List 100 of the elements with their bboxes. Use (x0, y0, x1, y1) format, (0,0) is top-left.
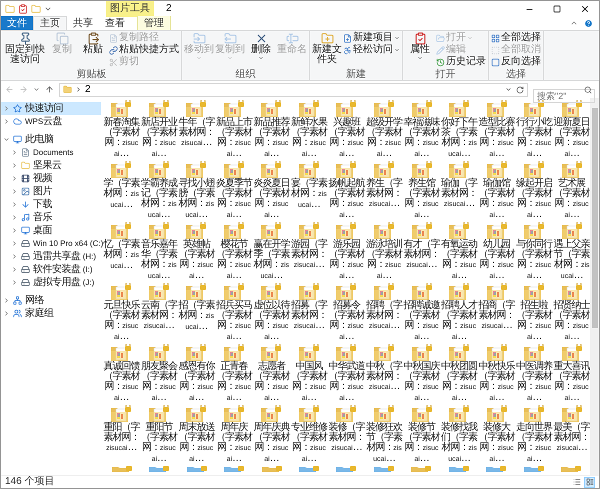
nav-item[interactable]: 图片 (1, 185, 101, 198)
nav-item[interactable]: 快速访问 (1, 102, 101, 115)
ribbon-tab[interactable]: 查看 (99, 16, 131, 30)
folder-icon (260, 222, 282, 240)
nav-item[interactable]: 虚拟专用盘 (J:) (1, 276, 101, 289)
ribbon-button[interactable]: 删除 (246, 32, 276, 70)
folder-top-icon (298, 466, 320, 472)
folder-top-icon (410, 466, 432, 472)
nav-item[interactable]: Win 10 Pro x64 (C:) (1, 237, 101, 250)
ribbon-button[interactable]: 轻松访问 (343, 44, 400, 56)
group-label: 新建 (345, 70, 367, 80)
nav-item[interactable]: 坚果云 (1, 159, 101, 172)
folder-icon (222, 222, 245, 240)
folder-icon (148, 283, 170, 301)
nav-item[interactable]: 网络 (1, 294, 101, 307)
ribbon-button[interactable]: 反向选择 (491, 56, 541, 68)
ribbon-button[interactable]: 新建项目 (343, 32, 400, 44)
folder-icon (148, 100, 170, 118)
folder-icon (410, 161, 433, 179)
folder-top-icon (448, 466, 470, 472)
ribbon-button[interactable]: 历史记录 (436, 56, 486, 68)
group-label: 打开 (434, 70, 456, 80)
folder-top-icon (186, 466, 208, 472)
nav-item[interactable]: 家庭组 (1, 307, 101, 320)
folder-plus-icon (320, 32, 334, 45)
ribbon-button[interactable]: 属性 (405, 32, 435, 70)
accessibility-icon (343, 46, 352, 54)
folder-icon (335, 344, 358, 362)
folder-icon (448, 161, 470, 179)
folder-icon (486, 100, 508, 118)
nav-label: 快速访问 (25, 103, 63, 114)
folder-icon (298, 283, 320, 301)
folder-icon (560, 344, 583, 362)
nav-label: 音乐 (33, 212, 52, 223)
document-icon (109, 34, 118, 42)
folder-top-icon (260, 466, 283, 472)
grid-icon (491, 34, 500, 42)
folder-icon (222, 344, 245, 362)
folder-icon (373, 161, 396, 179)
view-button[interactable] (584, 476, 595, 488)
nav-label: 图片 (33, 186, 52, 197)
scrollbar[interactable] (590, 98, 599, 475)
group-label: 组织 (234, 70, 256, 80)
folder-icon (298, 161, 320, 179)
address-field[interactable]: 2 (59, 82, 528, 96)
folder-icon (110, 344, 132, 362)
ribbon-tab[interactable]: 管理 (137, 16, 171, 30)
ribbon-button[interactable]: 粘贴快捷方式 (109, 44, 179, 56)
ribbon-button[interactable]: 全部选择 (491, 32, 541, 44)
pencil-icon (436, 46, 445, 54)
up-icon[interactable] (45, 85, 54, 94)
nav-item[interactable]: 迅雷共享盘 (H:) (1, 250, 101, 263)
caret-icon[interactable] (33, 86, 40, 93)
collapse-icon[interactable] (570, 19, 578, 27)
x-icon (254, 32, 268, 45)
folder-icon (222, 161, 245, 179)
folder-icon (110, 100, 132, 118)
folder-icon (560, 405, 583, 423)
star-icon (13, 104, 22, 113)
folder-icon (185, 344, 208, 362)
nav-item[interactable]: Documents (1, 146, 101, 159)
help-icon[interactable] (584, 18, 593, 28)
folder-icon (298, 405, 320, 423)
properties-icon[interactable] (18, 4, 28, 14)
ribbon-button[interactable]: 粘贴 (78, 32, 108, 70)
folder-icon (335, 222, 358, 240)
folder-top-icon (485, 466, 508, 472)
folder-icon (410, 344, 433, 362)
nav-item[interactable]: 软件安装盘 (I:) (1, 263, 101, 276)
caret-icon[interactable] (44, 5, 52, 13)
ribbon-button[interactable]: 固定到快速访问 (4, 32, 46, 70)
nav-item[interactable]: WPS云盘 (1, 115, 101, 128)
drive-icon (21, 265, 30, 274)
ribbon-button[interactable]: 新建文件夹 (312, 32, 342, 70)
ribbon-tab[interactable]: 主页 (33, 16, 67, 30)
caret-icon[interactable] (505, 86, 512, 93)
nav-label: 网络 (25, 295, 44, 306)
nav-item[interactable]: 视频 (1, 172, 101, 185)
nav-item[interactable]: 音乐 (1, 211, 101, 224)
nav-item[interactable]: 桌面 (1, 224, 101, 237)
folder-icon (298, 222, 320, 240)
folder-icon (110, 283, 132, 301)
search-field[interactable]: 搜索"2" (533, 88, 595, 102)
caret-icon (417, 55, 423, 61)
folder-icon (523, 405, 546, 423)
ribbon-tab[interactable]: 文件 (1, 16, 33, 30)
list-icon (572, 478, 580, 486)
drive-icon (21, 252, 30, 261)
folder-icon (185, 100, 208, 118)
nav-item[interactable]: 下载 (1, 198, 101, 211)
folder-icon (260, 405, 282, 423)
refresh-icon[interactable] (516, 86, 524, 94)
document-icon (21, 148, 30, 157)
nav-label: 坚果云 (33, 160, 62, 171)
folder-icon (486, 344, 508, 362)
nav-item[interactable]: 此电脑 (1, 133, 101, 146)
folder-icon (373, 405, 396, 423)
folder-icon (148, 161, 170, 179)
ribbon-tab[interactable]: 共享 (67, 16, 99, 30)
folder-icon (448, 283, 470, 301)
